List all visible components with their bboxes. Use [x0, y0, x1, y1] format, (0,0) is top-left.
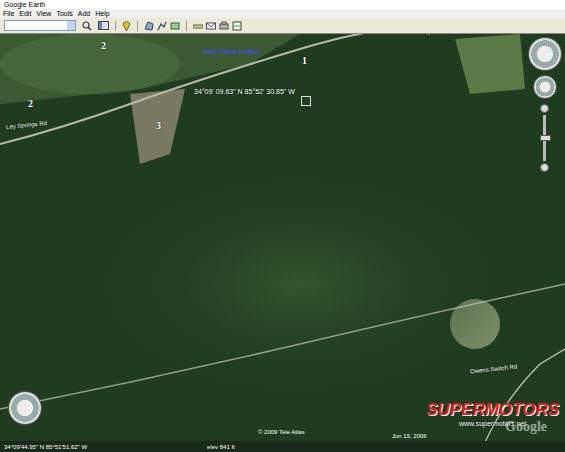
toolbar-group	[98, 21, 109, 30]
map-label[interactable]: 1	[302, 55, 307, 66]
map-view[interactable]: Birch Rock Hollow1223Ley Springs Rd34°09…	[0, 34, 565, 441]
menu-item[interactable]: Add	[78, 10, 90, 17]
move-control-icon[interactable]	[533, 75, 557, 99]
placemark-square-icon[interactable]	[301, 96, 311, 106]
zoom-out-icon[interactable]	[540, 163, 549, 172]
satellite-imagery[interactable]	[0, 34, 565, 441]
copyright: © 2009 Tele Atlas	[258, 429, 305, 435]
menu-item[interactable]: File	[3, 10, 14, 17]
search-icon[interactable]	[82, 21, 92, 31]
separator	[186, 21, 187, 31]
elevation: elev 841 ft	[207, 444, 235, 450]
menu-bar: File Edit View Tools Add Help	[0, 9, 565, 18]
map-label[interactable]: 34°09' 09.63" N 85°52' 30.85" W	[194, 88, 295, 95]
watermark-brand: SUPERMOTORS	[426, 400, 559, 420]
map-label[interactable]: 3	[156, 120, 161, 131]
print-icon[interactable]	[219, 21, 229, 31]
dropdown-arrow-icon[interactable]	[67, 21, 75, 30]
zoom-in-icon[interactable]	[540, 104, 549, 113]
separator	[137, 21, 138, 31]
toolbar-group	[193, 21, 242, 31]
toolbar	[0, 18, 565, 34]
placemark-icon[interactable]	[122, 21, 131, 31]
toolbar-group	[144, 21, 180, 31]
toolbar-group	[122, 21, 131, 31]
search-field[interactable]	[4, 20, 76, 31]
sidebar-icon[interactable]	[98, 21, 109, 30]
overlay-icon[interactable]	[170, 21, 180, 31]
menu-item[interactable]: View	[36, 10, 51, 17]
look-control-icon[interactable]	[528, 37, 562, 71]
maps-icon[interactable]	[232, 21, 242, 31]
menu-item[interactable]: Edit	[19, 10, 31, 17]
window-title: Google Earth	[4, 1, 45, 8]
menu-item[interactable]: Tools	[56, 10, 72, 17]
path-icon[interactable]	[157, 21, 167, 31]
zoom-thumb[interactable]	[540, 135, 551, 141]
zoom-track[interactable]	[543, 115, 546, 161]
pointer-coordinates: 34°09'44.95" N 85°51'51.62" W	[4, 444, 87, 450]
map-label[interactable]: 2	[101, 40, 106, 51]
zoom-slider[interactable]	[540, 104, 549, 172]
imagery-date: Jun 15, 2006	[392, 433, 427, 439]
navigation-control-icon[interactable]	[8, 391, 42, 425]
map-label[interactable]: Birch Rock Hollow	[203, 48, 260, 55]
status-bar: 34°09'44.95" N 85°51'51.62" W elev 841 ft	[0, 441, 565, 452]
menu-item[interactable]: Help	[95, 10, 109, 17]
separator	[115, 21, 116, 31]
polygon-icon[interactable]	[144, 21, 154, 31]
email-icon[interactable]	[206, 21, 216, 31]
map-label[interactable]: 2	[28, 98, 33, 109]
title-bar: Google Earth	[0, 0, 565, 9]
ruler-icon[interactable]	[193, 21, 203, 31]
google-logo: Google	[505, 419, 547, 435]
